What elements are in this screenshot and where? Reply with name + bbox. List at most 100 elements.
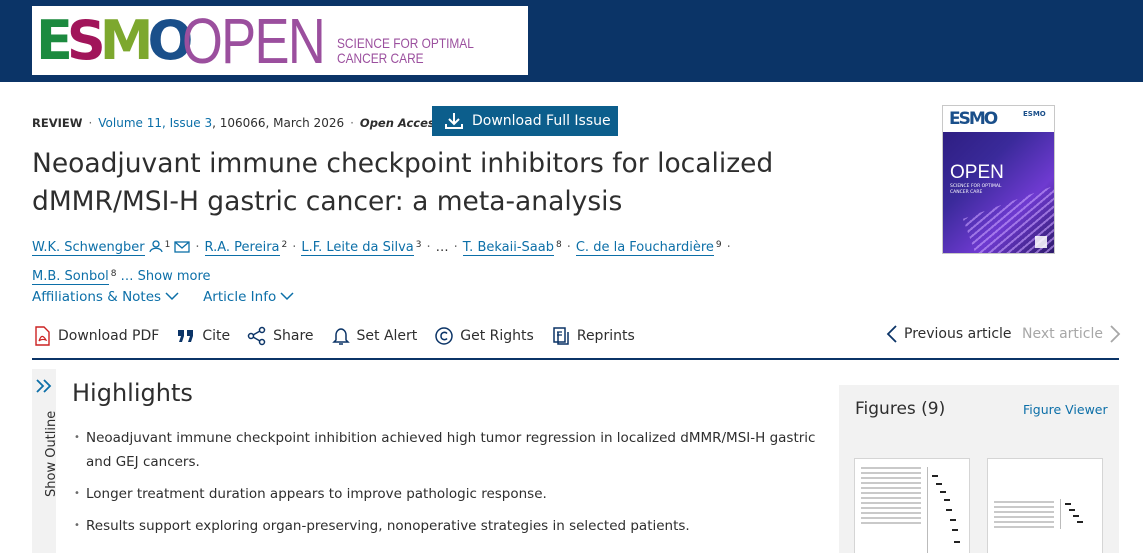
cite-label: Cite [202, 328, 231, 344]
affiliation-sup: 9 [715, 240, 722, 250]
esmo-wordmark: E S M O [36, 9, 193, 72]
author-separator: · [566, 240, 571, 255]
download-full-issue-label: Download Full Issue [472, 113, 611, 129]
show-more-authors-link[interactable]: … Show more [121, 269, 211, 284]
highlights-heading: Highlights [72, 379, 193, 407]
journal-cover-image[interactable]: ESMO ESMO OPEN SCIENCE FOR OPTIMAL CANCE… [942, 105, 1055, 254]
article-number-date: , 106066, March 2026 [212, 116, 345, 130]
author-separator: · [292, 240, 297, 255]
chevron-right-icon [1110, 325, 1121, 343]
download-pdf-label: Download PDF [58, 328, 160, 344]
article-type: REVIEW [32, 116, 83, 130]
affiliations-notes-toggle[interactable]: Affiliations & Notes [32, 289, 179, 305]
email-icon[interactable] [174, 238, 191, 262]
cover-tagline-line2: CANCER CARE [950, 190, 983, 195]
author-link[interactable]: M.B. Sonbol [32, 269, 109, 285]
highlights-list: Neoadjuvant immune checkpoint inhibition… [74, 426, 834, 546]
logo-open-text: OPEN [182, 6, 326, 75]
author-separator: · [426, 240, 431, 255]
author-link[interactable]: L.F. Leite da Silva [301, 240, 414, 256]
logo-letter-s: S [66, 9, 106, 72]
article-info-label: Article Info [203, 289, 277, 305]
cover-esmo-logo: ESMO [949, 109, 998, 129]
author-separator: · [453, 240, 458, 255]
affiliation-sup: 1 [164, 240, 171, 250]
article-title-line2: dMMR/MSI-H gastric cancer: a meta-analys… [32, 186, 623, 217]
author-link[interactable]: W.K. Schwengber [32, 240, 145, 256]
volume-issue-link[interactable]: Volume 11, Issue 3 [98, 115, 212, 131]
show-outline-label: Show Outline [44, 410, 59, 497]
share-icon [247, 326, 266, 346]
person-icon [149, 238, 163, 262]
article-info-links: Affiliations & Notes Article Info [32, 289, 294, 305]
thumbnail-table-lines [861, 467, 921, 527]
figure-thumbnail[interactable] [854, 458, 970, 553]
figures-panel: Figures (9) Figure Viewer [839, 385, 1119, 553]
reprints-label: Reprints [576, 328, 635, 344]
pdf-icon [35, 326, 50, 346]
article-title-line1: Neoadjuvant immune checkpoint inhibitors… [32, 148, 774, 179]
affiliation-sup: 3 [415, 240, 422, 250]
toolbar-divider [32, 358, 1119, 360]
chevron-left-icon [886, 325, 897, 343]
article-toolbar: Download PDF Cite Share Set Alert Get Ri… [32, 324, 652, 348]
logo-tagline-line2: CANCER CARE [337, 50, 424, 66]
reprints-icon [553, 327, 569, 345]
logo-tagline: SCIENCE FOR OPTIMAL CANCER CARE [337, 36, 474, 66]
site-header: E S M O OPEN SCIENCE FOR OPTIMAL CANCER … [0, 0, 1143, 82]
figure-thumbnail[interactable] [987, 458, 1103, 553]
logo-letter-m: M [99, 9, 154, 72]
previous-article-label: Previous article [904, 326, 1012, 342]
cover-tagline: SCIENCE FOR OPTIMAL CANCER CARE [950, 184, 1001, 196]
esmo-open-logo[interactable]: E S M O OPEN SCIENCE FOR OPTIMAL CANCER … [32, 6, 528, 75]
elsevier-logo [1035, 236, 1047, 248]
cite-button[interactable]: Cite [176, 326, 230, 346]
chevron-down-icon [165, 289, 179, 305]
article-info-toggle[interactable]: Article Info [203, 289, 294, 305]
share-button[interactable]: Share [247, 326, 314, 346]
author-link[interactable]: R.A. Pereira [204, 240, 280, 256]
figures-heading: Figures (9) [855, 399, 946, 419]
download-full-issue-button[interactable]: Download Full Issue [432, 106, 618, 136]
share-label: Share [273, 328, 314, 344]
affiliation-sup: 8 [555, 240, 562, 250]
download-pdf-button[interactable]: Download PDF [32, 326, 159, 346]
article-meta: REVIEW · Volume 11, Issue 3 , 106066, Ma… [32, 115, 442, 131]
list-item: Results support exploring organ-preservi… [74, 514, 834, 538]
authors-ellipsis: … [435, 240, 449, 255]
meta-separator: · [350, 116, 354, 130]
set-alert-button[interactable]: Set Alert [331, 326, 418, 346]
thumbnail-forest-plot [927, 467, 963, 553]
chevron-down-icon [280, 289, 294, 305]
bell-icon [331, 328, 350, 345]
reprints-button[interactable]: Reprints [551, 326, 635, 346]
logo-tagline-line1: SCIENCE FOR OPTIMAL [337, 35, 474, 51]
list-item: Neoadjuvant immune checkpoint inhibition… [74, 426, 834, 474]
get-rights-label: Get Rights [460, 328, 534, 344]
next-article-link[interactable]: Next article [1022, 324, 1121, 344]
set-alert-label: Set Alert [356, 328, 418, 344]
author-separator: · [195, 240, 200, 255]
author-separator: · [726, 240, 731, 255]
list-item: Longer treatment duration appears to imp… [74, 482, 834, 506]
author-link[interactable]: C. de la Fouchardière [575, 240, 714, 256]
affiliation-sup: 8 [110, 269, 117, 279]
logo-letter-e: E [36, 9, 73, 72]
quote-icon [178, 330, 194, 342]
cover-mini-logo: ESMO [1023, 110, 1046, 118]
previous-article-link[interactable]: Previous article [886, 324, 1012, 344]
next-article-label: Next article [1022, 326, 1103, 342]
thumbnail-forest-plot [1060, 499, 1096, 529]
meta-separator: · [88, 116, 93, 130]
thumbnail-table-lines [994, 501, 1054, 531]
double-chevron-right-icon [32, 375, 56, 399]
copyright-icon [435, 327, 454, 345]
cover-open-text: OPEN [950, 162, 1004, 183]
author-list: W.K. Schwengber 1 · R.A. Pereira 2 · L.F. Leit… [32, 233, 792, 289]
get-rights-button[interactable]: Get Rights [434, 326, 534, 346]
download-icon [445, 113, 463, 129]
figure-viewer-link[interactable]: Figure Viewer [1023, 402, 1108, 417]
author-link[interactable]: T. Bekaii-Saab [462, 240, 554, 256]
affiliation-sup: 2 [281, 240, 288, 250]
open-access-label: Open Access [359, 116, 442, 130]
